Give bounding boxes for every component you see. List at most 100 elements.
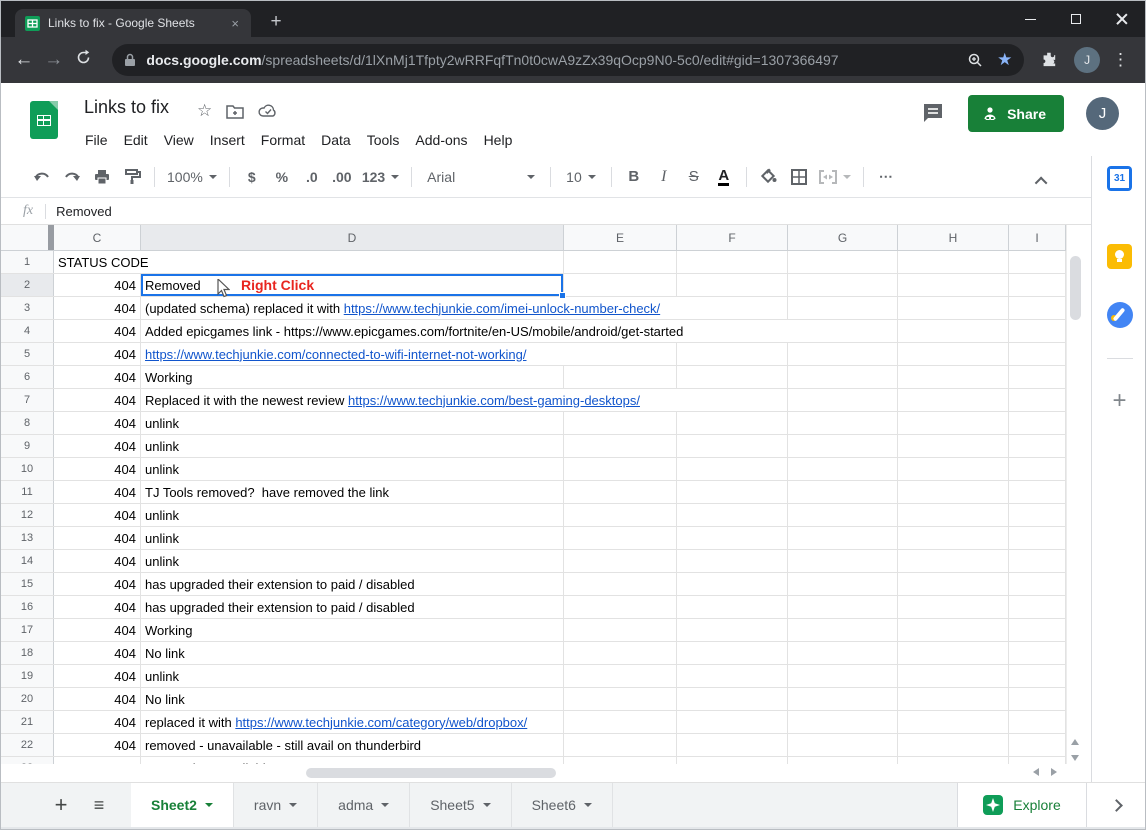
cell-E10[interactable] [564,458,677,480]
sheet-tab-menu-icon[interactable] [483,803,491,807]
cell-C18[interactable]: 404 [54,642,141,664]
cell-G12[interactable] [788,504,898,526]
cell-I11[interactable] [1009,481,1066,503]
cell-C7[interactable]: 404 [54,389,141,411]
cell-E2[interactable] [564,274,677,296]
bold-button[interactable]: B [621,164,647,190]
cell-D14[interactable]: unlink [141,550,564,572]
url-bar[interactable]: docs.google.com/spreadsheets/d/1lXnMj1Tf… [112,44,1024,76]
cell-C3[interactable]: 404 [54,297,141,319]
cell-H21[interactable] [898,711,1009,733]
row-header-22[interactable]: 22 [1,734,54,756]
cell-I9[interactable] [1009,435,1066,457]
sheet-tab-sheet5[interactable]: Sheet5 [410,783,511,827]
cell-G17[interactable] [788,619,898,641]
fill-color-button[interactable] [756,164,782,190]
cell-E15[interactable] [564,573,677,595]
cell-H7[interactable] [898,389,1009,411]
column-header-I[interactable]: I [1009,225,1066,250]
cell-E16[interactable] [564,596,677,618]
cell-F22[interactable] [677,734,788,756]
cell-H17[interactable] [898,619,1009,641]
menu-tools[interactable]: Tools [359,128,408,152]
cell-D6[interactable]: Working [141,366,564,388]
cell-C21[interactable]: 404 [54,711,141,733]
cell-G6[interactable] [788,366,898,388]
cell-G7[interactable] [788,389,898,411]
cell-C16[interactable]: 404 [54,596,141,618]
cell-C20[interactable]: 404 [54,688,141,710]
row-header-16[interactable]: 16 [1,596,54,618]
row-header-21[interactable]: 21 [1,711,54,733]
all-sheets-button[interactable]: ≡ [85,795,113,816]
sheet-tab-sheet2[interactable]: Sheet2 [131,783,234,827]
cell-I5[interactable] [1009,343,1066,365]
cell-E1[interactable] [564,251,677,273]
undo-button[interactable] [29,164,55,190]
cell-I2[interactable] [1009,274,1066,296]
column-header-G[interactable]: G [788,225,898,250]
cell-G20[interactable] [788,688,898,710]
row-header-5[interactable]: 5 [1,343,54,365]
cell-H1[interactable] [898,251,1009,273]
cell-H11[interactable] [898,481,1009,503]
menu-insert[interactable]: Insert [202,128,253,152]
cell-C10[interactable]: 404 [54,458,141,480]
cell-I16[interactable] [1009,596,1066,618]
cell-D16[interactable]: has upgraded their extension to paid / d… [141,596,564,618]
cell-E23[interactable] [564,757,677,764]
redo-button[interactable] [59,164,85,190]
cell-F9[interactable] [677,435,788,457]
increase-decimal-button[interactable]: .00 [329,164,355,190]
sheets-logo[interactable] [30,101,58,139]
menu-data[interactable]: Data [313,128,359,152]
text-color-button[interactable]: A [711,164,737,190]
cell-C2[interactable]: 404 [54,274,141,296]
cell-F5[interactable] [677,343,788,365]
extensions-icon[interactable] [1040,50,1060,70]
cell-C4[interactable]: 404 [54,320,141,342]
zoom-select[interactable]: 100% [164,164,220,190]
cell-H5[interactable] [898,343,1009,365]
back-button[interactable]: ← [9,49,39,71]
cell-H14[interactable] [898,550,1009,572]
column-header-D[interactable]: D [141,225,564,250]
cloud-saved-icon[interactable] [258,104,278,118]
cell-D23[interactable]: removed - unavailable [141,757,564,764]
sheet-tab-sheet6[interactable]: Sheet6 [512,783,613,827]
cell-G22[interactable] [788,734,898,756]
cell-E21[interactable] [564,711,677,733]
cell-C13[interactable]: 404 [54,527,141,549]
cell-E19[interactable] [564,665,677,687]
cell-I18[interactable] [1009,642,1066,664]
cell-F10[interactable] [677,458,788,480]
cell-E20[interactable] [564,688,677,710]
cell-C12[interactable]: 404 [54,504,141,526]
cell-G14[interactable] [788,550,898,572]
cell-I22[interactable] [1009,734,1066,756]
show-side-panel-button[interactable] [1087,783,1145,827]
row-header-7[interactable]: 7 [1,389,54,411]
scroll-left-icon[interactable] [1033,768,1039,776]
cell-D22[interactable]: removed - unavailable - still avail on t… [141,734,564,756]
row-header-3[interactable]: 3 [1,297,54,319]
cell-H18[interactable] [898,642,1009,664]
reload-button[interactable] [69,49,99,72]
add-sheet-button[interactable]: + [47,792,75,818]
cell-hyperlink[interactable]: https://www.techjunkie.com/connected-to-… [145,347,527,362]
menu-addons[interactable]: Add-ons [407,128,475,152]
close-window-button[interactable] [1099,1,1145,37]
cell-I17[interactable] [1009,619,1066,641]
sheet-tab-menu-icon[interactable] [205,803,213,807]
sheet-tab-menu-icon[interactable] [381,803,389,807]
cell-G9[interactable] [788,435,898,457]
cell-C6[interactable]: 404 [54,366,141,388]
cell-G21[interactable] [788,711,898,733]
sheet-tab-menu-icon[interactable] [584,803,592,807]
cell-C19[interactable]: 404 [54,665,141,687]
cell-D15[interactable]: has upgraded their extension to paid / d… [141,573,564,595]
row-header-9[interactable]: 9 [1,435,54,457]
menu-format[interactable]: Format [253,128,313,152]
cell-F16[interactable] [677,596,788,618]
cell-D20[interactable]: No link [141,688,564,710]
